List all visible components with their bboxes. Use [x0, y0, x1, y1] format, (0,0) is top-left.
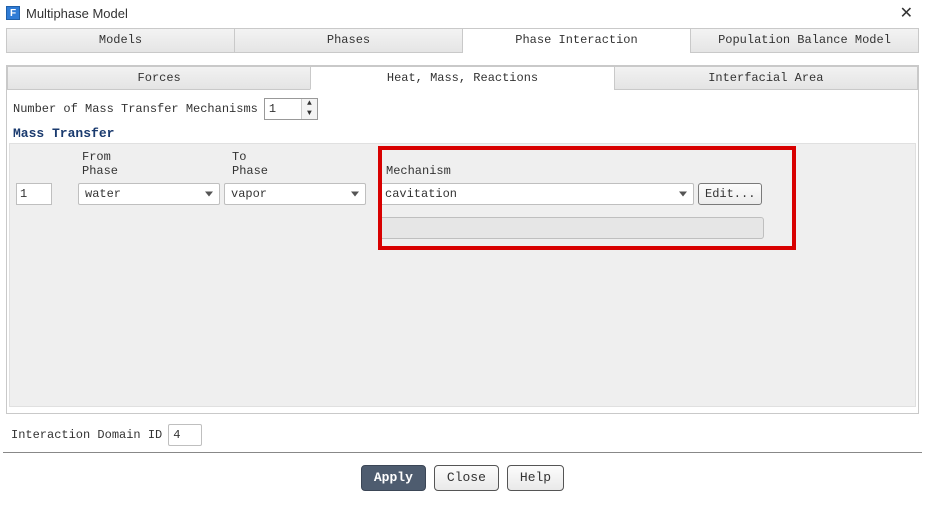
mass-transfer-area: From Phase To Phase Mechanism 1 water va… — [9, 143, 916, 407]
mass-transfer-title: Mass Transfer — [7, 124, 918, 143]
row-index: 1 — [16, 183, 52, 205]
subtab-forces[interactable]: Forces — [7, 66, 311, 90]
num-mechanisms-spinner[interactable]: 1 ▲ ▼ — [264, 98, 318, 120]
spinner-up-icon[interactable]: ▲ — [302, 99, 317, 109]
subtab-heat-mass-reactions[interactable]: Heat, Mass, Reactions — [310, 66, 614, 90]
from-phase-dropdown[interactable]: water — [78, 183, 220, 205]
to-phase-value: vapor — [231, 187, 267, 201]
window-title: Multiphase Model — [26, 6, 896, 21]
action-bar: Apply Close Help — [0, 453, 925, 491]
num-mechanisms-value[interactable]: 1 — [265, 99, 301, 119]
num-mechanisms-label: Number of Mass Transfer Mechanisms — [13, 102, 258, 116]
header-mechanism: Mechanism — [382, 150, 911, 178]
edit-button[interactable]: Edit... — [698, 183, 762, 205]
apply-button[interactable]: Apply — [361, 465, 426, 491]
to-phase-dropdown[interactable]: vapor — [224, 183, 366, 205]
sub-tabs: Forces Heat, Mass, Reactions Interfacial… — [7, 66, 918, 90]
title-bar: F Multiphase Model ✕ — [0, 0, 925, 26]
spinner-down-icon[interactable]: ▼ — [302, 109, 317, 119]
chevron-down-icon — [351, 192, 359, 197]
tab-phases[interactable]: Phases — [235, 29, 463, 52]
interaction-domain-label: Interaction Domain ID — [11, 428, 162, 442]
mechanism-value: cavitation — [385, 187, 457, 201]
num-mechanisms-row: Number of Mass Transfer Mechanisms 1 ▲ ▼ — [7, 90, 918, 124]
tab-models[interactable]: Models — [7, 29, 235, 52]
tab-population-balance[interactable]: Population Balance Model — [691, 29, 918, 52]
main-tabs: Models Phases Phase Interaction Populati… — [6, 28, 919, 53]
mass-transfer-row: 1 water vapor cavitation Edit... — [14, 183, 911, 239]
tab-phase-interaction[interactable]: Phase Interaction — [463, 28, 691, 53]
from-phase-value: water — [85, 187, 121, 201]
chevron-down-icon — [205, 192, 213, 197]
header-to-phase: To Phase — [232, 150, 382, 178]
mechanism-cell: cavitation Edit... — [378, 183, 764, 239]
phase-interaction-panel: Forces Heat, Mass, Reactions Interfacial… — [6, 65, 919, 414]
header-from-phase: From Phase — [82, 150, 232, 178]
close-button[interactable]: Close — [434, 465, 499, 491]
chevron-down-icon — [679, 192, 687, 197]
interaction-domain-row: Interaction Domain ID 4 — [3, 414, 922, 453]
app-icon: F — [6, 6, 20, 20]
subtab-interfacial-area[interactable]: Interfacial Area — [614, 66, 918, 90]
mechanism-dropdown[interactable]: cavitation — [378, 183, 694, 205]
help-button[interactable]: Help — [507, 465, 564, 491]
interaction-domain-input[interactable]: 4 — [168, 424, 202, 446]
mechanism-sub-dropdown-disabled — [378, 217, 764, 239]
mass-transfer-headers: From Phase To Phase Mechanism — [14, 148, 911, 180]
close-icon[interactable]: ✕ — [896, 3, 917, 23]
